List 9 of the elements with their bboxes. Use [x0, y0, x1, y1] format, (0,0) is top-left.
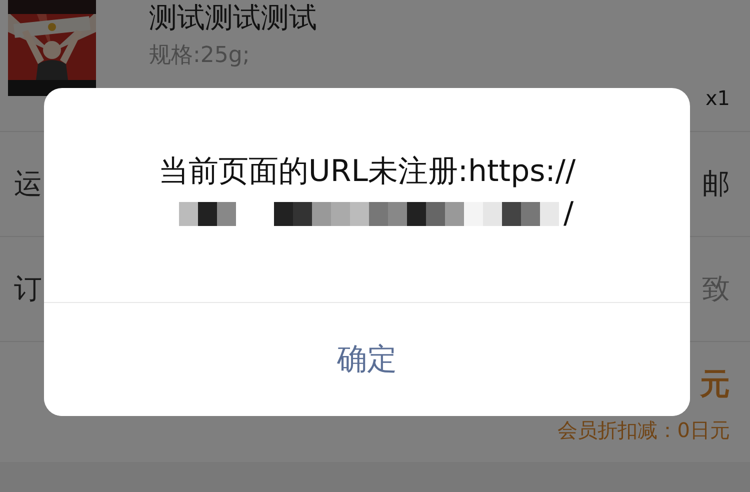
row-value: 邮: [702, 166, 730, 202]
row-label: 运: [14, 166, 42, 202]
dialog-message: 当前页面的URL未注册:https://: [158, 153, 576, 191]
member-discount: 会员折扣减：0日元: [557, 417, 730, 444]
row-label: 订: [14, 271, 42, 307]
total-amount: 元: [700, 366, 730, 404]
product-quantity: x1: [705, 86, 730, 110]
dialog-message-tail: /: [563, 195, 574, 233]
product-title: 测试测试测试: [149, 0, 318, 36]
